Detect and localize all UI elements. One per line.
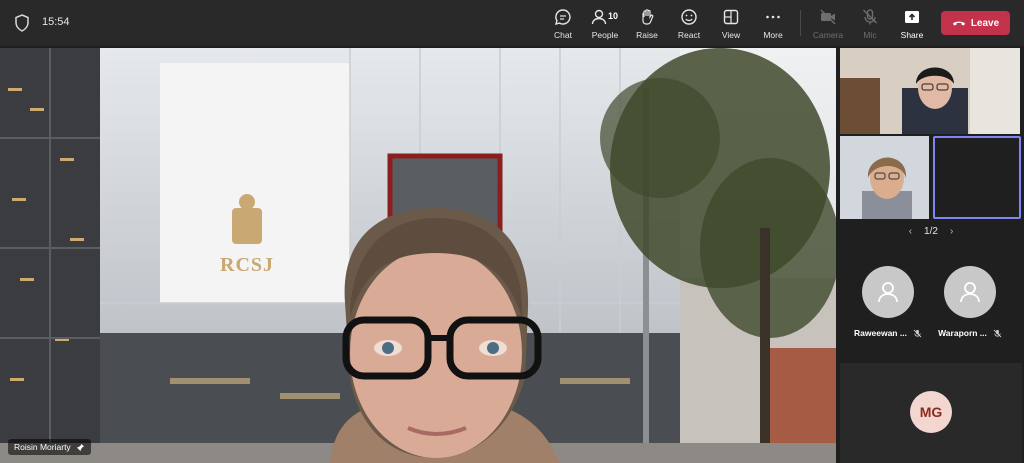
speaker-video-frame xyxy=(0,48,836,463)
avatar xyxy=(944,266,996,318)
participant-avatar-tile[interactable]: Raweewan ... xyxy=(848,266,928,338)
smiley-icon xyxy=(681,9,697,25)
participant-video-tile[interactable] xyxy=(840,48,1020,134)
speaker-name-tag: Roisin Moriarty xyxy=(8,439,91,455)
mic-off-icon xyxy=(993,329,1002,337)
participant-initials-tile[interactable]: MG xyxy=(840,363,1022,463)
hang-up-icon xyxy=(952,21,965,26)
people-icon xyxy=(591,9,607,25)
mic-off-icon xyxy=(863,9,877,25)
share-button[interactable]: Share xyxy=(891,8,933,42)
meeting-toolbar: 15:54 Chat 10 People Raise React View Mo… xyxy=(0,0,1024,46)
chevron-right-icon[interactable]: › xyxy=(950,226,953,237)
meeting-timer: 15:54 xyxy=(42,16,70,28)
person-icon xyxy=(878,282,898,303)
chat-label: Chat xyxy=(554,30,572,40)
more-button[interactable]: More xyxy=(752,8,794,42)
avatar xyxy=(862,266,914,318)
participant-video-frame xyxy=(840,48,1020,134)
raise-hand-button[interactable]: Raise xyxy=(626,8,668,42)
camera-off-icon xyxy=(820,9,836,25)
mic-button[interactable]: Mic xyxy=(849,8,891,42)
page-indicator: 1/2 xyxy=(924,226,938,237)
camera-button[interactable]: Camera xyxy=(807,8,849,42)
participant-avatar-tile[interactable]: Waraporn ... xyxy=(930,266,1010,338)
participant-video-tile[interactable] xyxy=(840,136,929,219)
participant-gallery: ‹ 1/2 › Raweewan ... Waraporn ... MG xyxy=(838,48,1024,463)
participant-name: Waraporn ... xyxy=(938,328,987,338)
share-tray-icon xyxy=(905,11,919,23)
grid-view-icon xyxy=(723,9,739,25)
leave-button[interactable]: Leave xyxy=(941,11,1010,35)
more-dots-icon xyxy=(766,15,780,19)
chat-icon xyxy=(555,9,571,25)
participant-video-frame xyxy=(840,136,929,219)
react-label: React xyxy=(677,30,701,40)
pin-icon[interactable] xyxy=(76,443,85,452)
react-button[interactable]: React xyxy=(668,8,710,42)
people-count-badge: 10 xyxy=(608,11,619,21)
self-video-tile[interactable] xyxy=(933,136,1021,219)
people-button[interactable]: 10 People xyxy=(584,8,626,42)
hand-icon xyxy=(642,9,654,25)
chevron-left-icon[interactable]: ‹ xyxy=(909,226,912,237)
camera-label: Camera xyxy=(812,30,844,40)
mic-off-icon xyxy=(913,329,922,337)
speaker-name: Roisin Moriarty xyxy=(14,442,71,452)
person-icon xyxy=(960,282,980,303)
mic-label: Mic xyxy=(863,30,877,40)
people-label: People xyxy=(591,30,619,40)
share-label: Share xyxy=(900,30,924,40)
toolbar-divider xyxy=(800,10,801,36)
shield-icon[interactable] xyxy=(14,14,30,32)
view-button[interactable]: View xyxy=(710,8,752,42)
participant-name: Raweewan ... xyxy=(854,328,907,338)
initials-avatar: MG xyxy=(910,391,952,433)
raise-label: Raise xyxy=(636,30,658,40)
building-sign: RCSJ xyxy=(220,254,275,276)
view-label: View xyxy=(721,30,741,40)
chat-button[interactable]: Chat xyxy=(542,8,584,42)
more-label: More xyxy=(763,30,783,40)
gallery-pager: ‹ 1/2 › xyxy=(838,226,1024,237)
leave-label: Leave xyxy=(970,17,1000,29)
main-speaker-video[interactable]: RCSJ Roisin Moriarty xyxy=(0,48,836,463)
